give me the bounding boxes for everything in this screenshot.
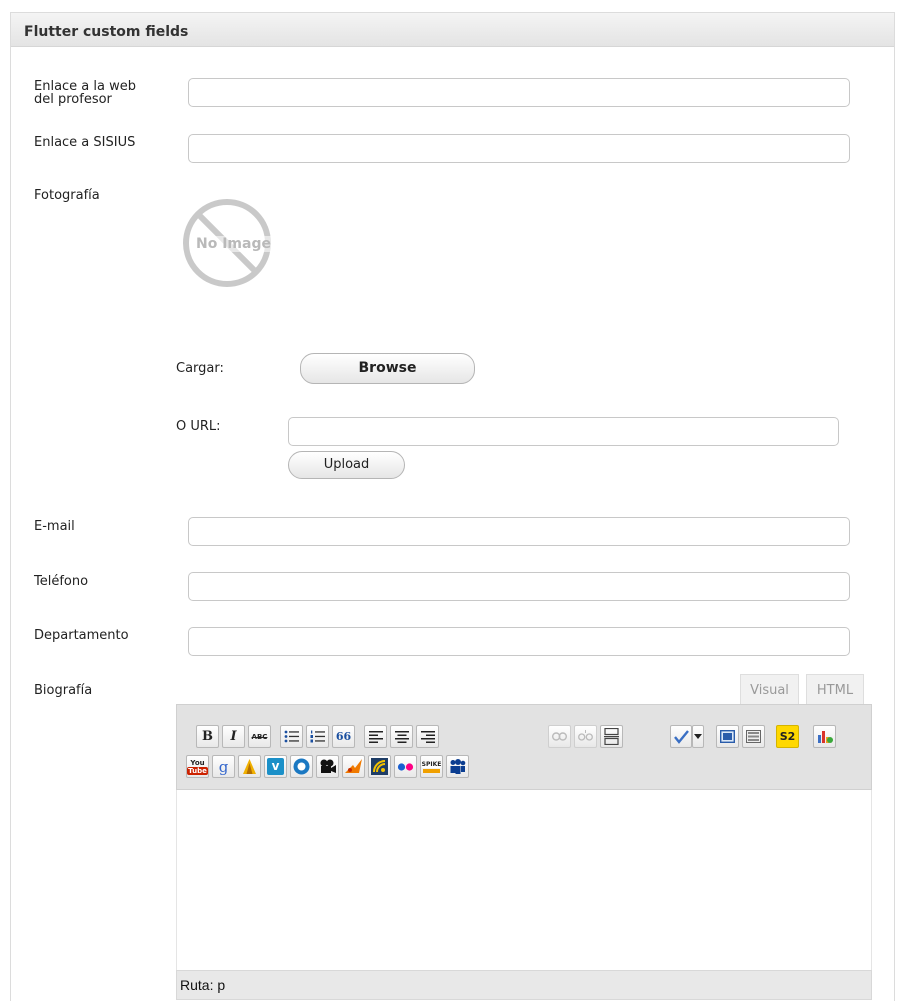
revver-glyph: [345, 759, 362, 773]
no-image-text: No Image: [196, 236, 271, 252]
link-icon[interactable]: [548, 725, 571, 748]
web-profesor-label: Enlace a la web del profesor: [34, 80, 136, 106]
web-profesor-input[interactable]: [188, 78, 850, 107]
video-play-icon[interactable]: [290, 755, 313, 778]
more-tag-icon[interactable]: [600, 725, 623, 748]
o-url-label: O URL:: [176, 419, 221, 434]
kitchen-sink-glyph: [746, 730, 761, 743]
numbered-list-glyph: [310, 730, 325, 743]
vimeo-glyph: v: [267, 758, 284, 775]
unlink-icon[interactable]: [574, 725, 597, 748]
biografia-label: Biografía: [34, 683, 93, 698]
flickr-icon[interactable]: [394, 755, 417, 778]
google-video-icon[interactable]: g: [212, 755, 235, 778]
vimeo-icon[interactable]: v: [264, 755, 287, 778]
numbered-list-icon[interactable]: [306, 725, 329, 748]
chart-icon[interactable]: [813, 725, 836, 748]
ifilm-icon[interactable]: [368, 755, 391, 778]
editor-statusbar: Ruta: p: [176, 970, 872, 1000]
camera-icon: [320, 759, 336, 773]
no-image-placeholder: No Image: [180, 196, 275, 291]
sisius-input[interactable]: [188, 134, 850, 163]
spellcheck-dropdown-icon[interactable]: [692, 725, 704, 748]
email-label: E-mail: [34, 519, 75, 534]
spellcheck-glyph: [674, 730, 689, 744]
unlink-glyph: [578, 730, 593, 741]
align-left-icon[interactable]: [364, 725, 387, 748]
ifilm-glyph: [371, 758, 388, 775]
web-profesor-label-line2: del profesor: [34, 92, 112, 107]
departamento-input[interactable]: [188, 627, 850, 656]
myspace-icon[interactable]: [446, 755, 469, 778]
editor-path: Ruta: p: [180, 977, 226, 993]
bullet-list-icon[interactable]: [280, 725, 303, 748]
kitchen-sink-icon[interactable]: [742, 725, 765, 748]
fullscreen-icon[interactable]: [716, 725, 739, 748]
fotografia-label: Fotografía: [34, 188, 100, 203]
departamento-label: Departamento: [34, 628, 129, 643]
panel-header: Flutter custom fields: [11, 13, 894, 47]
align-right-glyph: [420, 730, 435, 743]
sisius-label: Enlace a SISIUS: [34, 135, 136, 150]
dailymotion-icon[interactable]: [238, 755, 261, 778]
s2-icon[interactable]: S2: [776, 725, 799, 748]
chart-glyph: [817, 731, 833, 743]
align-left-glyph: [368, 730, 383, 743]
more-tag-glyph: [604, 728, 619, 745]
tab-visual[interactable]: Visual: [740, 674, 799, 705]
myspace-glyph: [450, 759, 466, 774]
editor-toolbar: B I ABC 66 S2 You Tube g v SPIKE: [176, 704, 872, 790]
telefono-label: Teléfono: [34, 574, 89, 589]
email-input[interactable]: [188, 517, 850, 546]
spellcheck-icon[interactable]: [670, 725, 692, 748]
italic-icon[interactable]: I: [222, 725, 245, 748]
youtube-tube: Tube: [187, 766, 208, 775]
spike-icon[interactable]: SPIKE: [420, 755, 443, 778]
spike-text: SPIKE: [421, 760, 442, 768]
metacafe-icon[interactable]: [316, 755, 339, 778]
youtube-you: You: [190, 758, 205, 767]
align-center-icon[interactable]: [390, 725, 413, 748]
fullscreen-glyph: [720, 730, 735, 743]
panel-title: Flutter custom fields: [24, 24, 189, 40]
url-input[interactable]: [288, 417, 839, 446]
youtube-icon[interactable]: You Tube: [186, 755, 209, 778]
biografia-editor-area[interactable]: [176, 790, 872, 970]
blockquote-icon[interactable]: 66: [332, 725, 355, 748]
tab-html[interactable]: HTML: [806, 674, 864, 705]
revver-icon[interactable]: [342, 755, 365, 778]
bold-icon[interactable]: B: [196, 725, 219, 748]
align-center-glyph: [394, 730, 409, 743]
bullet-list-glyph: [284, 730, 299, 743]
spike-stripe: [423, 768, 440, 773]
align-right-icon[interactable]: [416, 725, 439, 748]
chevron-down-icon: [694, 734, 702, 739]
browse-button[interactable]: Browse: [300, 353, 475, 384]
dailymotion-glyph: [243, 759, 256, 774]
cargar-label: Cargar:: [176, 361, 224, 376]
strikethrough-icon[interactable]: ABC: [248, 725, 271, 748]
video-play-glyph: [293, 758, 310, 775]
telefono-input[interactable]: [188, 572, 850, 601]
flickr-glyph: [397, 762, 414, 771]
upload-button[interactable]: Upload: [288, 451, 405, 479]
link-glyph: [552, 732, 567, 741]
